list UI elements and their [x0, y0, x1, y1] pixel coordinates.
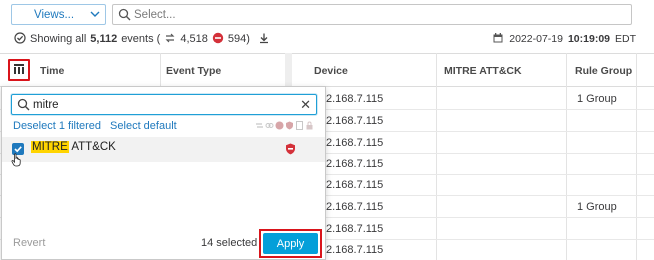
column-header-event-type[interactable]: Event Type: [166, 54, 221, 88]
check-circle-icon: [14, 31, 26, 47]
download-icon[interactable]: [258, 32, 270, 47]
hand-cursor-icon: [11, 153, 22, 170]
timestamp-timezone: EDT: [615, 33, 636, 45]
shield-icon: [285, 121, 294, 133]
column-header-rule-group[interactable]: Rule Group: [575, 54, 632, 88]
search-icon: [118, 8, 131, 24]
timestamp-time: 10:19:09: [567, 33, 610, 45]
column-filter-input[interactable]: [33, 97, 293, 112]
select-default-link[interactable]: Select default: [110, 120, 177, 132]
column-type-legend: [255, 121, 314, 133]
clear-icon[interactable]: ✕: [300, 97, 311, 113]
cell-rule-group: 1 Group: [577, 93, 617, 105]
threat-icon: [275, 121, 284, 133]
cell-device: 2.168.7.115: [326, 223, 384, 235]
calendar-icon: [492, 32, 504, 47]
threat-shield-icon: [285, 143, 296, 158]
search-icon: [17, 98, 30, 114]
views-dropdown[interactable]: Views...: [11, 4, 106, 25]
cell-device: 2.168.7.115: [326, 115, 384, 127]
cell-device: 2.168.7.115: [326, 93, 384, 105]
column-header-mitre[interactable]: MITRE ATT&CK: [444, 54, 522, 88]
timestamp-date: 2022-07-19: [509, 33, 563, 45]
event-search-bar[interactable]: [112, 4, 632, 25]
column-option-label: MITRE ATT&CK: [31, 141, 116, 153]
views-dropdown-label: Views...: [34, 9, 75, 21]
correlation-icon: [255, 121, 264, 133]
showing-suffix: events (: [121, 33, 161, 45]
showing-count: 5,112: [90, 33, 118, 45]
cell-rule-group: 1 Group: [577, 201, 617, 213]
columns-icon: [13, 63, 25, 78]
cell-device: 2.168.7.115: [326, 244, 384, 256]
column-header-time[interactable]: Time: [40, 54, 64, 88]
chevron-down-icon: [89, 8, 101, 23]
events-table-header: Time Event Type Device MITRE ATT&CK Rule…: [0, 53, 654, 87]
cell-device: 2.168.7.115: [326, 201, 384, 213]
column-filter-field[interactable]: ✕: [11, 94, 317, 115]
cell-device: 2.168.7.115: [326, 137, 384, 149]
column-header-device[interactable]: Device: [314, 54, 348, 88]
event-count-status: Showing all 5,112 events ( 4,518 594): [14, 31, 270, 47]
column-chooser-popover: ✕ Deselect 1 filtered Select default MITR…: [1, 86, 326, 260]
column-option-mitre[interactable]: MITRE ATT&CK: [2, 137, 325, 162]
selected-count: 14 selected: [201, 237, 258, 249]
showing-prefix: Showing all: [30, 33, 87, 45]
selection-links: Deselect 1 filtered Select default: [13, 120, 177, 132]
correlated-count: 4,518: [180, 33, 208, 45]
apply-callout: Apply: [259, 229, 322, 258]
cell-device: 2.168.7.115: [326, 158, 384, 170]
threat-count: 594): [227, 33, 250, 45]
search-match-highlight: MITRE: [31, 141, 69, 153]
lock-icon: [305, 121, 314, 133]
column-chooser-button[interactable]: [8, 59, 30, 81]
link-icon: [265, 121, 274, 133]
apply-button[interactable]: Apply: [263, 233, 318, 254]
revert-button[interactable]: Revert: [13, 237, 45, 249]
last-updated-timestamp: 2022-07-19 10:19:09 EDT: [492, 31, 636, 47]
cell-device: 2.168.7.115: [326, 179, 384, 191]
threat-icon: [212, 32, 224, 47]
event-search-input[interactable]: [134, 7, 624, 22]
correlation-icon: [164, 32, 176, 47]
document-icon: [295, 121, 304, 133]
column-option-label-rest: ATT&CK: [68, 141, 116, 153]
deselect-filtered-link[interactable]: Deselect 1 filtered: [13, 120, 101, 132]
